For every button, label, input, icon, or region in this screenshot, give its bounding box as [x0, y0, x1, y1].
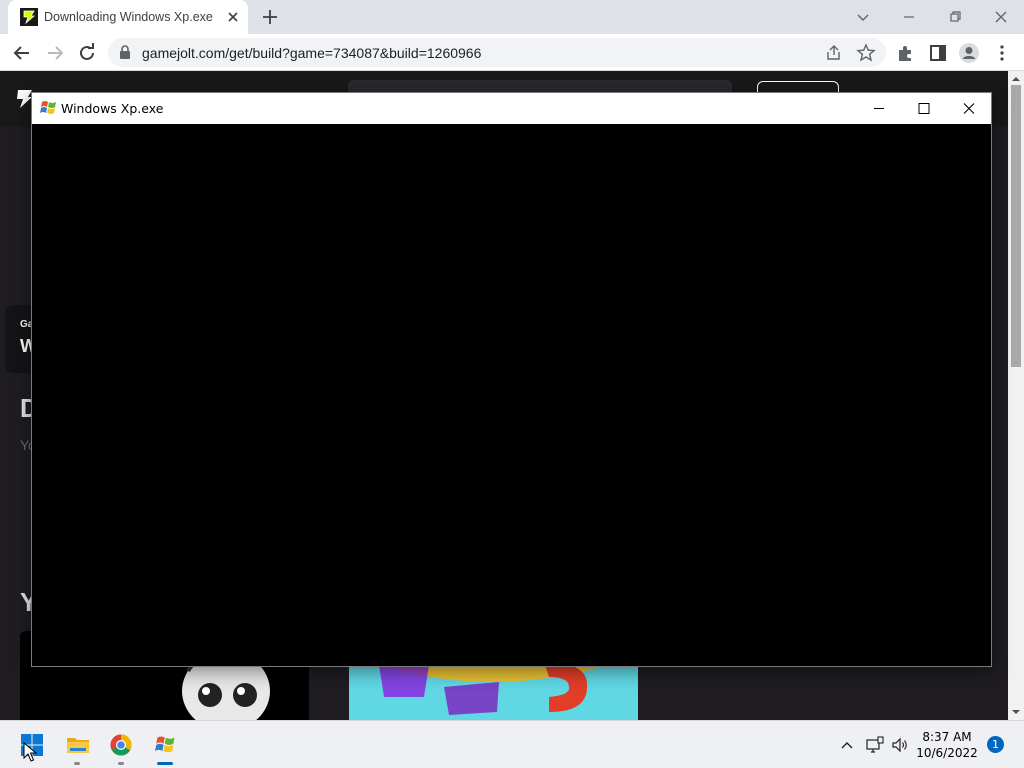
- tab-search-chevron-icon[interactable]: [851, 5, 875, 29]
- restore-icon[interactable]: [943, 5, 967, 29]
- app-close-icon[interactable]: [946, 93, 992, 124]
- browser-menu-icon[interactable]: [991, 42, 1013, 64]
- profile-avatar-icon[interactable]: [958, 42, 980, 64]
- scroll-up-icon[interactable]: [1011, 74, 1021, 84]
- bookmark-star-icon[interactable]: [856, 43, 876, 63]
- share-icon[interactable]: [824, 43, 844, 63]
- reload-icon[interactable]: [75, 41, 99, 65]
- taskbar-chrome[interactable]: [101, 725, 141, 765]
- browser-toolbar: gamejolt.com/get/build?game=734087&build…: [0, 34, 1024, 71]
- file-explorer-icon: [67, 738, 89, 753]
- windows-xp-app-icon: [155, 736, 175, 753]
- taskbar-clock[interactable]: 8:37 AM 10/6/2022: [912, 729, 982, 761]
- app-minimize-icon[interactable]: [856, 93, 902, 124]
- taskbar-file-explorer[interactable]: [57, 725, 97, 765]
- scroll-down-icon[interactable]: [1011, 707, 1021, 717]
- back-arrow-icon[interactable]: [10, 41, 34, 65]
- running-indicator: [74, 762, 80, 765]
- clock-time: 8:37 AM: [922, 730, 972, 744]
- app-window-title: Windows Xp.exe: [61, 101, 164, 116]
- mouse-cursor-icon: [23, 742, 37, 762]
- lock-icon[interactable]: [118, 45, 132, 60]
- tab-title: Downloading Windows Xp.exe -: [44, 10, 214, 24]
- app-window[interactable]: Windows Xp.exe: [31, 92, 992, 667]
- browser-tabstrip: Downloading Windows Xp.exe -: [0, 0, 1024, 34]
- minimize-icon[interactable]: [897, 5, 921, 29]
- taskbar-windows-xp-app[interactable]: [145, 725, 185, 765]
- show-hidden-icons-chevron-icon[interactable]: [838, 736, 856, 754]
- url-text: gamejolt.com/get/build?game=734087&build…: [142, 45, 482, 61]
- chrome-icon: [110, 734, 132, 756]
- taskbar: 8:37 AM 10/6/2022 1: [0, 720, 1024, 768]
- browser-tab[interactable]: Downloading Windows Xp.exe -: [8, 0, 248, 34]
- notification-badge[interactable]: 1: [987, 736, 1004, 753]
- active-indicator: [157, 762, 173, 765]
- windows-xp-flag-icon: [40, 101, 56, 114]
- page-scrollbar[interactable]: [1008, 71, 1024, 720]
- gamejolt-favicon-icon: [20, 8, 38, 26]
- scroll-thumb[interactable]: [1011, 85, 1021, 367]
- address-bar[interactable]: gamejolt.com/get/build?game=734087&build…: [108, 38, 886, 67]
- side-panel-icon[interactable]: [927, 42, 949, 64]
- extensions-puzzle-icon[interactable]: [895, 42, 917, 64]
- tab-close-icon[interactable]: [224, 8, 242, 26]
- app-titlebar[interactable]: Windows Xp.exe: [32, 93, 991, 124]
- volume-icon[interactable]: [891, 736, 909, 754]
- clock-date: 10/6/2022: [916, 746, 978, 760]
- browser-close-icon[interactable]: [989, 5, 1013, 29]
- app-content-area[interactable]: [32, 124, 991, 666]
- app-maximize-icon[interactable]: [901, 93, 947, 124]
- new-tab-icon[interactable]: [259, 6, 281, 28]
- network-icon[interactable]: [866, 736, 884, 754]
- forward-arrow-icon[interactable]: [43, 41, 67, 65]
- running-indicator: [118, 762, 124, 765]
